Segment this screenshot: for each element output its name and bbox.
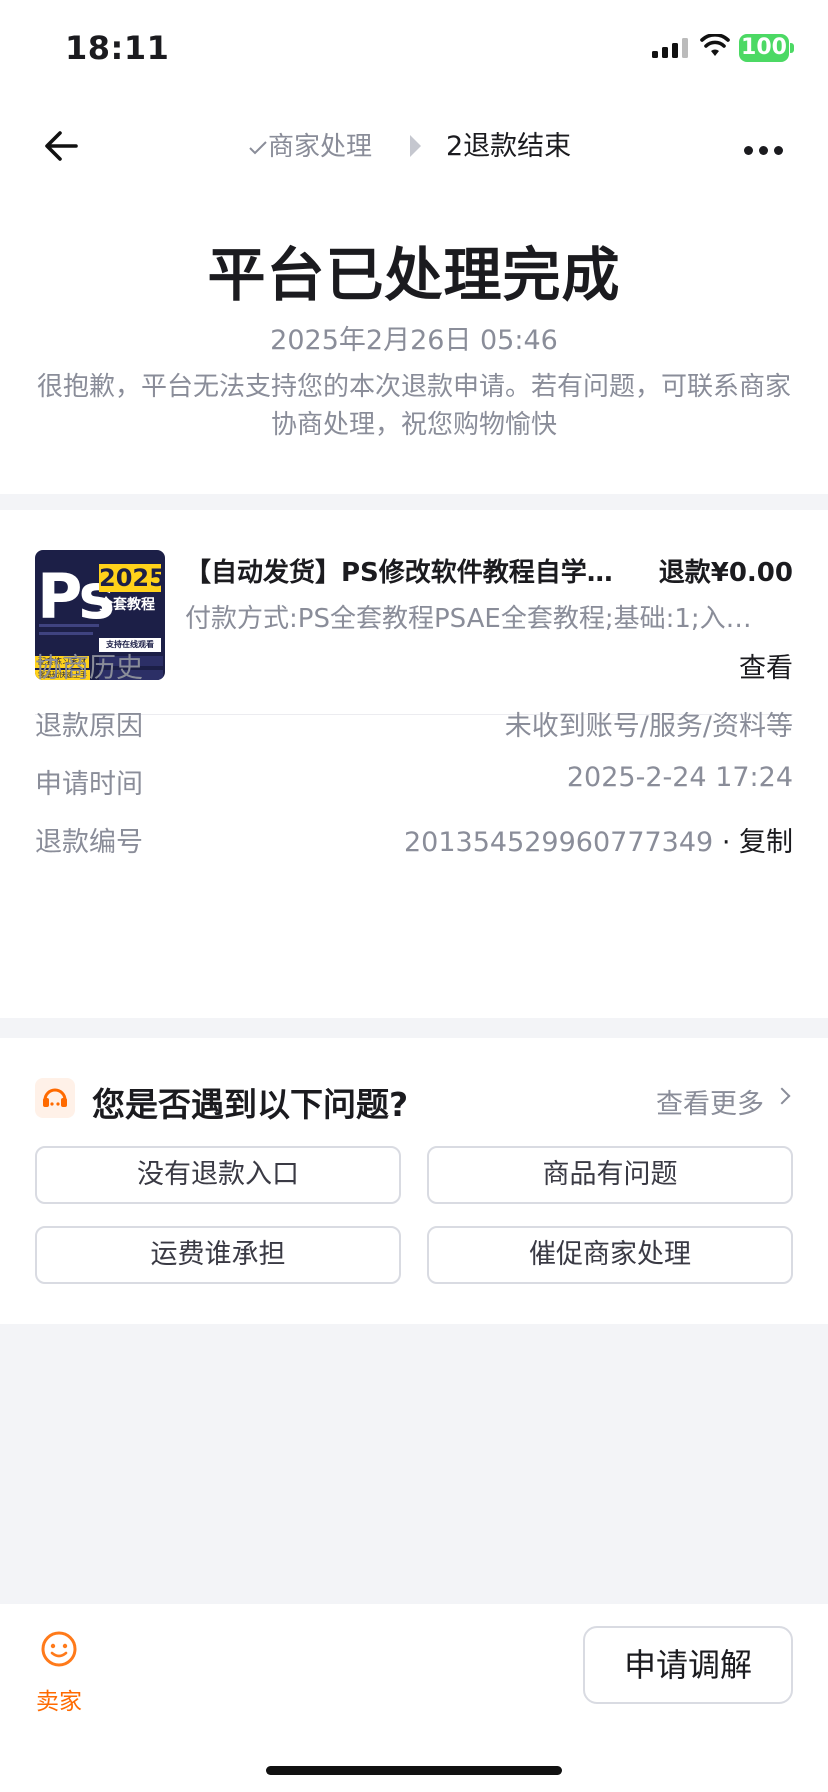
cellular-signal-icon <box>652 38 688 58</box>
faq-product-issue-button[interactable]: 商品有问题 <box>427 1146 793 1204</box>
refund-reason-row: 退款原因 未收到账号/服务/资料等 <box>35 704 793 744</box>
seller-chat-icon[interactable] <box>40 1630 78 1668</box>
seller-label[interactable]: 卖家 <box>36 1682 82 1716</box>
refund-number-value-group: 201354529960777349 · 复制 <box>404 820 793 859</box>
product-spec: 付款方式:PS全套教程PSAE全套教程;基础:1;入… <box>185 604 752 634</box>
back-arrow-icon[interactable] <box>40 124 84 168</box>
thumbnail-year: 2025 <box>99 564 165 592</box>
apply-time-row: 申请时间 2025-2-24 17:24 <box>35 762 793 802</box>
step-arrow-icon <box>410 135 421 157</box>
home-indicator <box>266 1766 562 1775</box>
battery-tip <box>790 43 794 53</box>
negotiation-history-label: 协商历史 <box>35 653 143 684</box>
processed-datetime: 2025年2月26日 05:46 <box>270 325 558 356</box>
negotiation-history-row[interactable]: 协商历史 查看 <box>35 646 793 686</box>
status-bar: 18:11 100 <box>0 0 828 100</box>
apply-mediation-button[interactable]: 申请调解 <box>583 1626 793 1704</box>
view-history-link[interactable]: 查看 <box>739 646 793 685</box>
step1-label: 商家处理 <box>268 132 373 162</box>
faq-card: 您是否遇到以下问题? 查看更多 没有退款入口 商品有问题 运费谁承担 催促商家处… <box>0 1038 828 1324</box>
faq-shipping-fee-button[interactable]: 运费谁承担 <box>35 1226 401 1284</box>
separator-dot: · <box>721 827 731 858</box>
refund-amount: 退款¥0.00 <box>658 558 793 588</box>
refund-detail-card: Ps 2025 全套教程 支持在线观看 配套练习素材 零基础快速上手 【自动发货… <box>0 510 828 1018</box>
copy-button[interactable]: 复制 <box>739 827 793 858</box>
result-description: 很抱歉，平台无法支持您的本次退款申请。若有问题，可联系商家协商处理，祝您购物愉快 <box>36 372 791 440</box>
thumbnail-subtitle: 全套教程 <box>99 597 155 613</box>
check-icon <box>249 141 267 155</box>
bottom-action-bar: 卖家 申请调解 <box>0 1604 828 1792</box>
see-more-label: 查看更多 <box>656 1089 764 1120</box>
refund-number-label: 退款编号 <box>35 827 143 858</box>
step-refund-ended: 2退款结束 <box>446 131 572 162</box>
header-section: 18:11 100 商家处理 2退款结束 平台已处理完成 2025年2月26日 … <box>0 0 828 494</box>
faq-title: 您是否遇到以下问题? <box>92 1085 409 1124</box>
top-nav: 商家处理 2退款结束 <box>0 110 828 180</box>
more-options-icon[interactable] <box>744 140 789 159</box>
refund-number-value: 201354529960777349 <box>404 827 714 858</box>
step-merchant-processing: 商家处理 <box>248 126 372 163</box>
wifi-icon <box>700 34 730 56</box>
apply-time-label: 申请时间 <box>35 769 143 800</box>
customer-service-headset-icon <box>35 1078 75 1118</box>
faq-urge-merchant-button[interactable]: 催促商家处理 <box>427 1226 793 1284</box>
page-title: 平台已处理完成 <box>207 241 621 309</box>
thumbnail-line <box>39 624 99 627</box>
see-more-link[interactable]: 查看更多 <box>656 1082 786 1121</box>
thumbnail-line <box>39 632 93 635</box>
status-time: 18:11 <box>65 29 170 67</box>
refund-reason-value: 未收到账号/服务/资料等 <box>504 711 793 742</box>
apply-time-value: 2025-2-24 17:24 <box>566 762 793 793</box>
product-title[interactable]: 【自动发货】PS修改软件教程自学… <box>185 552 645 589</box>
battery-indicator: 100 <box>739 34 789 62</box>
refund-number-row: 退款编号 201354529960777349 · 复制 <box>35 820 793 860</box>
faq-no-refund-entry-button[interactable]: 没有退款入口 <box>35 1146 401 1204</box>
refund-reason-label: 退款原因 <box>35 711 143 742</box>
